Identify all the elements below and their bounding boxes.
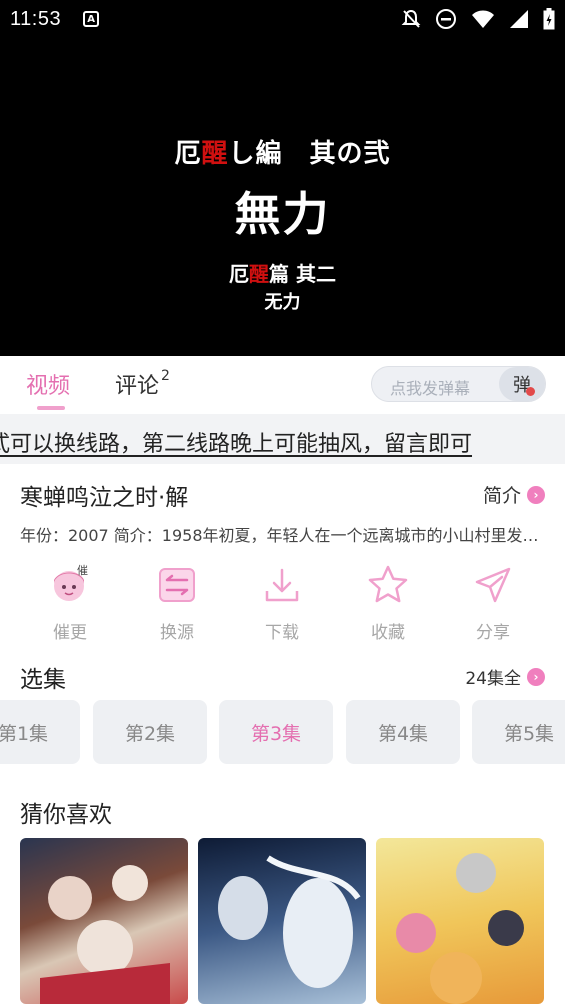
notifications-off-icon (401, 9, 421, 28)
status-time: 11:53 (10, 7, 62, 30)
signal-icon (510, 10, 528, 28)
chevron-right-icon: › (527, 485, 545, 504)
share-label: 分享 (476, 623, 510, 643)
app-notification-icon: A (83, 11, 100, 27)
favorite-label: 收藏 (371, 623, 405, 643)
action-bar: 催 催更 换源 下载 收藏 分享 (0, 560, 565, 650)
intro-button[interactable]: 简介 › (483, 481, 545, 508)
star-icon (368, 565, 408, 603)
recommend-card-3[interactable] (376, 838, 544, 1004)
episodes-count-button[interactable]: 24集全 › (465, 664, 545, 689)
download-icon (265, 568, 299, 602)
svg-text:催: 催 (77, 563, 88, 577)
comment-count: 2 (161, 368, 170, 384)
video-title-cn: 厄醒篇 其二 (229, 262, 336, 286)
wifi-icon (472, 10, 494, 28)
show-description: 年份：2007 简介：1958年初夏，年轻人在一个远离城市的小山村里发生的离奇杀… (20, 526, 545, 545)
video-title-jp: 厄醒し編 其の弐 (174, 139, 391, 169)
chevron-right-icon: › (527, 667, 545, 686)
episode-item[interactable]: 第1集 (0, 700, 80, 764)
danmu-off-icon (526, 387, 535, 396)
recommend-card-2[interactable] (198, 838, 366, 1004)
tab-comment[interactable]: 评论 2 (115, 368, 170, 400)
video-player[interactable]: 厄醒し編 其の弐 無力 厄醒篇 其二 无力 (0, 38, 565, 356)
switch-source-label: 换源 (160, 623, 194, 643)
recommend-title: 猜你喜欢 (20, 802, 112, 828)
episode-item[interactable]: 第5集 (472, 700, 565, 764)
status-bar: 11:53 A (0, 0, 565, 38)
danmu-input[interactable]: 点我发弹幕 弹 (371, 366, 546, 402)
urge-update-button[interactable]: 催 催更 (20, 560, 120, 643)
status-icons (401, 8, 555, 30)
recommend-card-1[interactable] (20, 838, 188, 1004)
video-subtitle-jp: 無力 (234, 187, 331, 241)
episodes-title: 选集 (20, 667, 66, 693)
share-icon (475, 567, 511, 603)
battery-icon (543, 8, 555, 30)
download-label: 下载 (265, 623, 299, 643)
share-button[interactable]: 分享 (443, 560, 543, 643)
danmu-placeholder: 点我发弹幕 (390, 379, 471, 398)
episode-item[interactable]: 第4集 (346, 700, 460, 764)
tab-video[interactable]: 视频 (26, 368, 70, 400)
swap-source-icon (159, 568, 195, 602)
poster-thumbnail (396, 853, 524, 1004)
episode-list: 第1集 第2集 第3集 第4集 第5集 (0, 700, 565, 764)
danmu-toggle-button[interactable]: 弹 (499, 367, 545, 401)
poster-thumbnail (40, 865, 170, 1004)
download-button[interactable]: 下载 (232, 560, 332, 643)
show-title: 寒蝉鸣泣之时·解 (20, 485, 189, 511)
notice-text: 式可以换线路，第二线路晚上可能抽风，留言即可 (0, 432, 473, 457)
tab-bar: 视频 评论 2 点我发弹幕 弹 (0, 356, 565, 412)
tab-active-indicator (37, 406, 65, 410)
episode-item-selected[interactable]: 第3集 (219, 700, 333, 764)
urge-update-label: 催更 (53, 623, 87, 643)
mascot-girl-icon: 催 (54, 563, 88, 601)
poster-thumbnail (218, 855, 361, 988)
switch-source-button[interactable]: 换源 (127, 560, 227, 643)
episode-item[interactable]: 第2集 (93, 700, 207, 764)
notice-marquee: 式可以换线路，第二线路晚上可能抽风，留言即可 (0, 414, 565, 464)
do-not-disturb-icon (436, 9, 456, 29)
favorite-button[interactable]: 收藏 (338, 560, 438, 643)
video-subtitle-cn: 无力 (264, 292, 301, 313)
